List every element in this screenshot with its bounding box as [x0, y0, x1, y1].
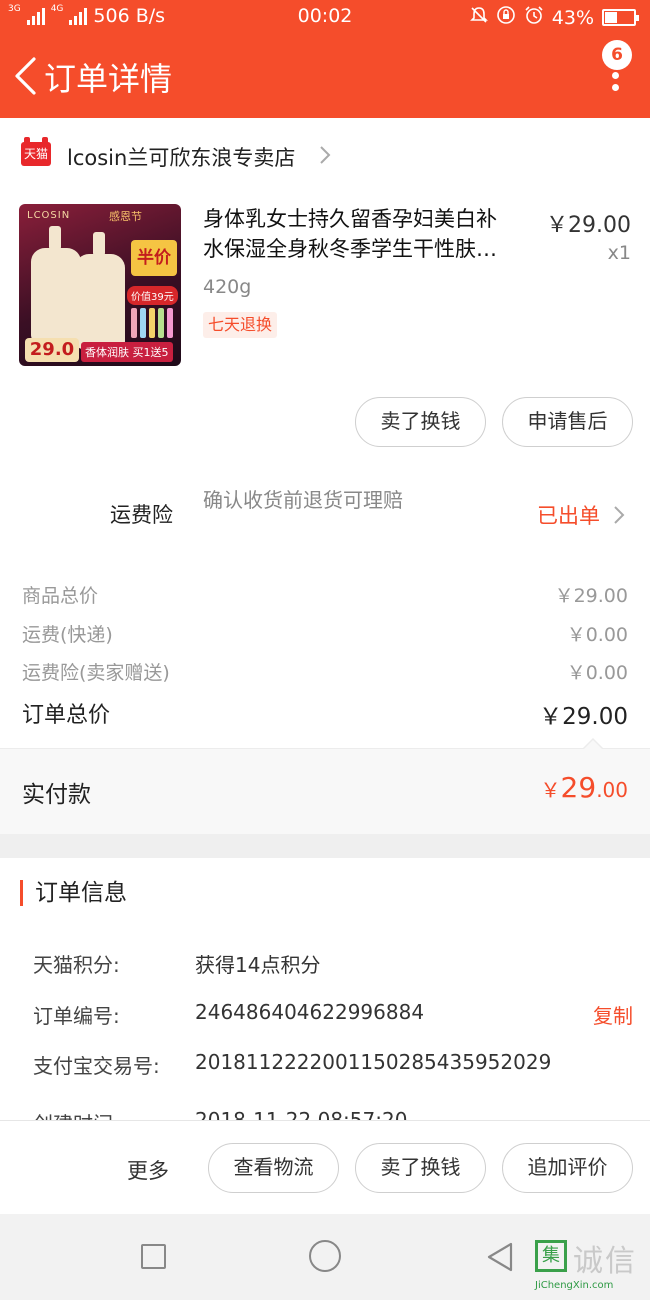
- app-header: 3G 4G 506 B/s 00:02 43% 订单详情 6: [0, 0, 650, 118]
- caret-decoration-inner: [583, 740, 603, 750]
- alarm-icon: [524, 5, 544, 30]
- lock-rotation-icon: [496, 5, 516, 30]
- paid-decimal: .00: [596, 778, 628, 802]
- info-label: 支付宝交易号:: [33, 1054, 160, 1078]
- product-title-line2: 水保湿全身秋冬季学生干性肤…: [203, 237, 497, 261]
- thumb-half-price: 半价: [131, 240, 177, 276]
- info-clip: 创建时间: 2018-11-22 08:57:20: [0, 1100, 650, 1120]
- price-row-insurance: 运费险(卖家赠送) ￥0.00: [22, 658, 628, 688]
- bell-off-icon: [469, 6, 488, 29]
- price-row-shipping: 运费(快递) ￥0.00: [22, 620, 628, 650]
- info-value: 2018112222001150285435952029: [195, 1050, 552, 1074]
- price-label: 商品总价: [22, 585, 99, 607]
- sell-button[interactable]: 卖了换钱: [355, 397, 486, 447]
- nav-back-icon[interactable]: [485, 1241, 515, 1273]
- chevron-right-icon[interactable]: [612, 504, 626, 526]
- paid-label: 实付款: [22, 782, 91, 808]
- bottle-image: [75, 232, 125, 349]
- return-policy-tag: 七天退换: [203, 312, 278, 338]
- thumb-tubes: [131, 308, 173, 338]
- info-value: 246486404622996884: [195, 1000, 425, 1024]
- sell-button-bottom[interactable]: 卖了换钱: [355, 1143, 486, 1193]
- paid-currency: ￥: [540, 778, 561, 802]
- insurance-label: 运费险: [110, 503, 173, 527]
- store-name[interactable]: lcosin兰可欣东浪专卖店: [67, 142, 295, 172]
- bottom-action-bar: 更多 查看物流 卖了换钱 追加评价: [0, 1120, 650, 1214]
- battery-percent: 43%: [551, 6, 594, 29]
- price-label: 运费(快递): [22, 624, 113, 646]
- price-value: ￥0.00: [566, 624, 628, 646]
- thumb-price: 29.0: [25, 338, 79, 362]
- paid-value: ￥29.00: [541, 771, 628, 804]
- battery-icon: [602, 9, 639, 26]
- product-quantity: x1: [607, 242, 631, 264]
- info-value: 2018-11-22 08:57:20: [195, 1108, 408, 1120]
- watermark-sub: JiChengXin.com: [535, 1280, 614, 1291]
- bottle-image: [31, 226, 81, 343]
- back-arrow-icon[interactable]: [12, 56, 38, 96]
- insurance-description: 确认收货前退货可理赔: [203, 488, 403, 512]
- status-bar: 3G 4G 506 B/s 00:02 43%: [0, 0, 650, 34]
- watermark-text: 诚信: [573, 1244, 637, 1279]
- thumb-brand: LCOSIN: [27, 210, 71, 221]
- system-nav-bar: 集 诚信 JiChengXin.com: [0, 1214, 650, 1300]
- price-value: ￥0.00: [566, 662, 628, 684]
- nav-square-icon[interactable]: [141, 1244, 166, 1269]
- page-title: 订单详情: [44, 60, 173, 98]
- info-row-order-number: 订单编号: 246486404622996884 复制: [33, 1000, 633, 1030]
- product-price: ￥29.00: [546, 213, 631, 238]
- info-row-created: 创建时间: 2018-11-22 08:57:20: [33, 1108, 633, 1120]
- product-title-line1: 身体乳女士持久留香孕妇美白补: [203, 207, 497, 231]
- more-button[interactable]: 更多: [127, 1155, 169, 1185]
- tmall-icon: 天猫: [21, 137, 51, 166]
- thumb-value-price: 价值39元: [127, 286, 178, 305]
- paid-integer: 29: [560, 771, 597, 804]
- info-label: 创建时间:: [33, 1108, 120, 1120]
- order-total-label: 订单总价: [22, 703, 111, 728]
- price-row-goods: 商品总价 ￥29.00: [22, 581, 628, 611]
- nav-circle-icon[interactable]: [309, 1240, 341, 1272]
- chevron-right-icon: [320, 146, 331, 164]
- message-badge: 6: [602, 40, 632, 70]
- insurance-status[interactable]: 已出单: [537, 500, 600, 530]
- paid-amount-block: 实付款 ￥29.00: [0, 748, 650, 834]
- info-row-alipay: 支付宝交易号: 2018112222001150285435952029: [33, 1050, 633, 1080]
- product-title[interactable]: 身体乳女士持久留香孕妇美白补 水保湿全身秋冬季学生干性肤…: [203, 204, 533, 266]
- order-total-row: 订单总价 ￥29.00: [22, 697, 628, 731]
- product-thumbnail[interactable]: LCOSIN 感恩节 半价 价值39元 29.0 香体润肤 买1送5: [19, 204, 181, 366]
- order-total-value: ￥29.00: [539, 704, 628, 730]
- watermark-box: 集: [535, 1240, 567, 1272]
- thumb-promo: 香体润肤 买1送5: [81, 342, 173, 362]
- price-label: 运费险(卖家赠送): [22, 662, 170, 684]
- product-spec: 420g: [203, 276, 252, 298]
- info-label: 天猫积分:: [33, 953, 120, 977]
- price-value: ￥29.00: [554, 585, 628, 607]
- copy-button[interactable]: 复制: [593, 1000, 633, 1029]
- thumb-festival: 感恩节: [109, 210, 142, 223]
- view-logistics-button[interactable]: 查看物流: [208, 1143, 339, 1193]
- status-right: 43%: [469, 5, 639, 30]
- order-info-title: 订单信息: [20, 880, 127, 906]
- info-row-points: 天猫积分: 获得14点积分: [33, 949, 633, 979]
- section-divider: [0, 834, 650, 858]
- watermark-logo: 集 诚信 JiChengXin.com: [535, 1236, 650, 1296]
- add-review-button[interactable]: 追加评价: [502, 1143, 633, 1193]
- store-row[interactable]: 天猫 lcosin兰可欣东浪专卖店: [0, 132, 650, 178]
- after-sale-button[interactable]: 申请售后: [502, 397, 633, 447]
- info-value: 获得14点积分: [195, 953, 321, 977]
- title-bar: 订单详情 6: [0, 34, 650, 118]
- info-label: 订单编号:: [33, 1004, 120, 1028]
